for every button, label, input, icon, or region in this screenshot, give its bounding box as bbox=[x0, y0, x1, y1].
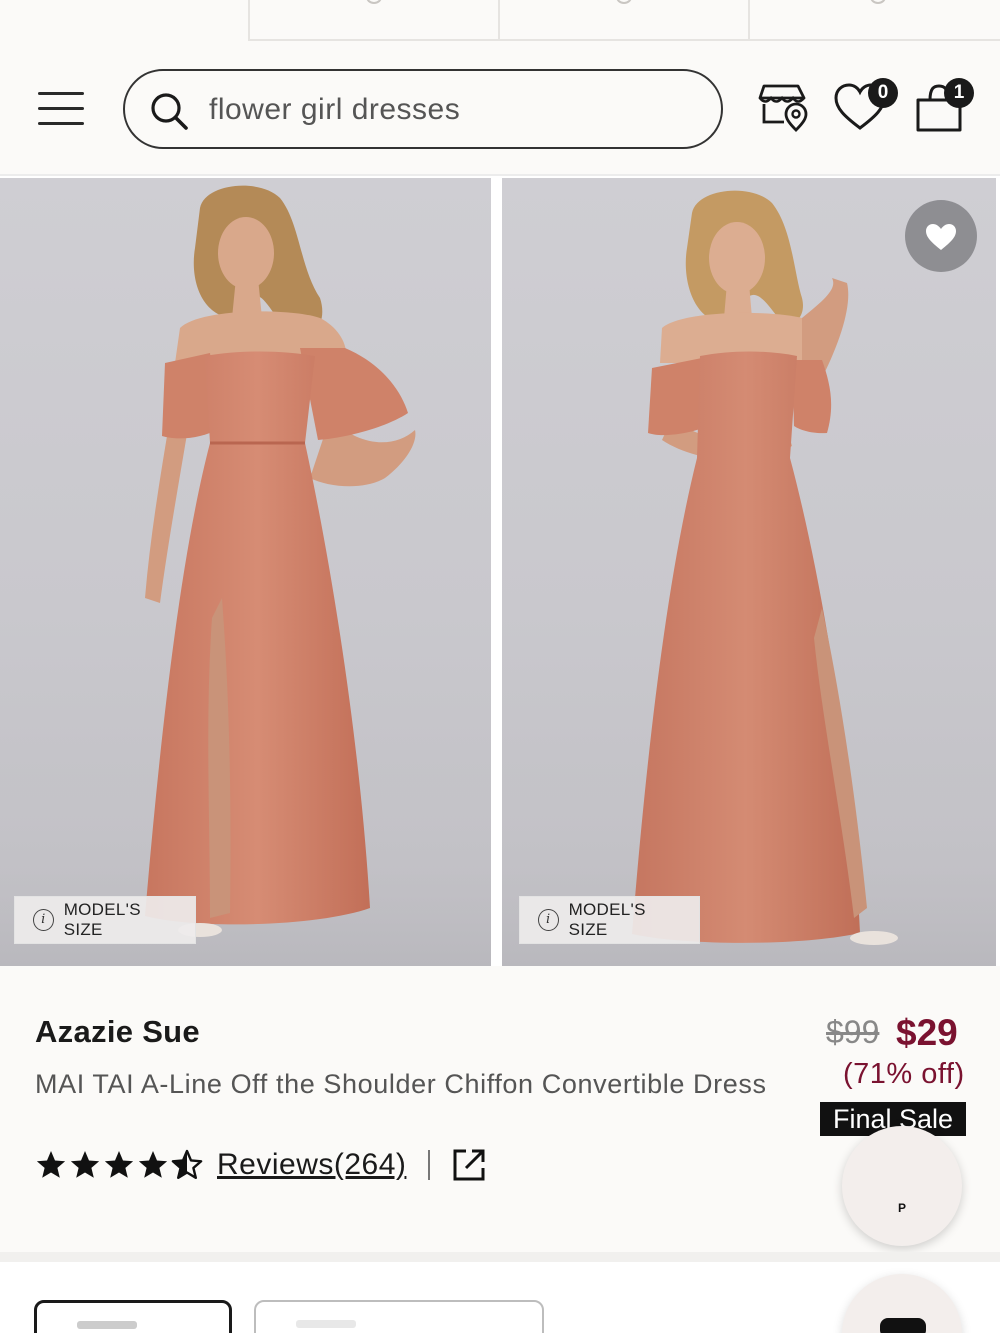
wishlist-count-badge: 0 bbox=[868, 78, 898, 108]
shopping-bag-button[interactable]: 1 bbox=[914, 78, 976, 136]
info-icon: i bbox=[538, 909, 559, 931]
discount-percent: (71% off) bbox=[843, 1058, 965, 1090]
search-icon bbox=[151, 93, 188, 130]
star-rating bbox=[35, 1149, 203, 1181]
star-icon bbox=[36, 1151, 66, 1178]
sale-price: $29 bbox=[896, 1012, 958, 1053]
model-size-label: MODEL'S SIZE bbox=[63, 900, 141, 939]
add-to-wishlist-button[interactable] bbox=[905, 200, 977, 272]
search-input[interactable]: flower girl dresses bbox=[209, 91, 460, 129]
star-icon bbox=[104, 1151, 134, 1178]
floating-chat-button[interactable]: P bbox=[842, 1126, 962, 1246]
rating-row: Reviews(264) bbox=[35, 1148, 486, 1182]
top-tab-strip bbox=[0, 0, 1000, 42]
half-star-icon bbox=[171, 1149, 203, 1179]
product-title: MAI TAI A-Line Off the Shoulder Chiffon … bbox=[35, 1069, 767, 1099]
top-tab[interactable] bbox=[748, 0, 1000, 41]
product-image-pose[interactable]: i MODEL'S SIZE bbox=[502, 178, 996, 966]
hamburger-menu-icon[interactable] bbox=[38, 92, 86, 128]
top-tab[interactable] bbox=[248, 0, 500, 41]
bag-count-badge: 1 bbox=[944, 78, 974, 108]
section-divider bbox=[0, 1252, 1000, 1262]
product-brand: Azazie Sue bbox=[35, 1014, 200, 1049]
info-icon: i bbox=[33, 909, 54, 931]
star-icon bbox=[138, 1151, 168, 1178]
star-icon bbox=[70, 1151, 100, 1178]
variant-selector bbox=[0, 1262, 1000, 1333]
heart-icon bbox=[926, 224, 956, 250]
model-size-button[interactable]: i MODEL'S SIZE bbox=[14, 896, 196, 944]
product-image-front[interactable]: i MODEL'S SIZE bbox=[0, 178, 491, 966]
wishlist-button[interactable]: 0 bbox=[834, 78, 898, 134]
divider bbox=[428, 1150, 431, 1180]
model-size-button[interactable]: i MODEL'S SIZE bbox=[519, 896, 700, 944]
top-tab[interactable] bbox=[498, 0, 750, 41]
reviews-link[interactable]: Reviews(264) bbox=[217, 1148, 406, 1182]
external-link-icon[interactable] bbox=[452, 1148, 486, 1182]
store-locator-icon[interactable] bbox=[758, 78, 810, 134]
model-size-label: MODEL'S SIZE bbox=[568, 900, 646, 939]
original-price: $99 bbox=[826, 1014, 880, 1050]
search-bar[interactable]: flower girl dresses bbox=[123, 69, 723, 149]
floating-help-button[interactable] bbox=[842, 1274, 962, 1333]
variant-option[interactable] bbox=[254, 1300, 544, 1333]
site-header: flower girl dresses 0 1 bbox=[0, 42, 1000, 176]
variant-option-selected[interactable] bbox=[34, 1300, 232, 1333]
